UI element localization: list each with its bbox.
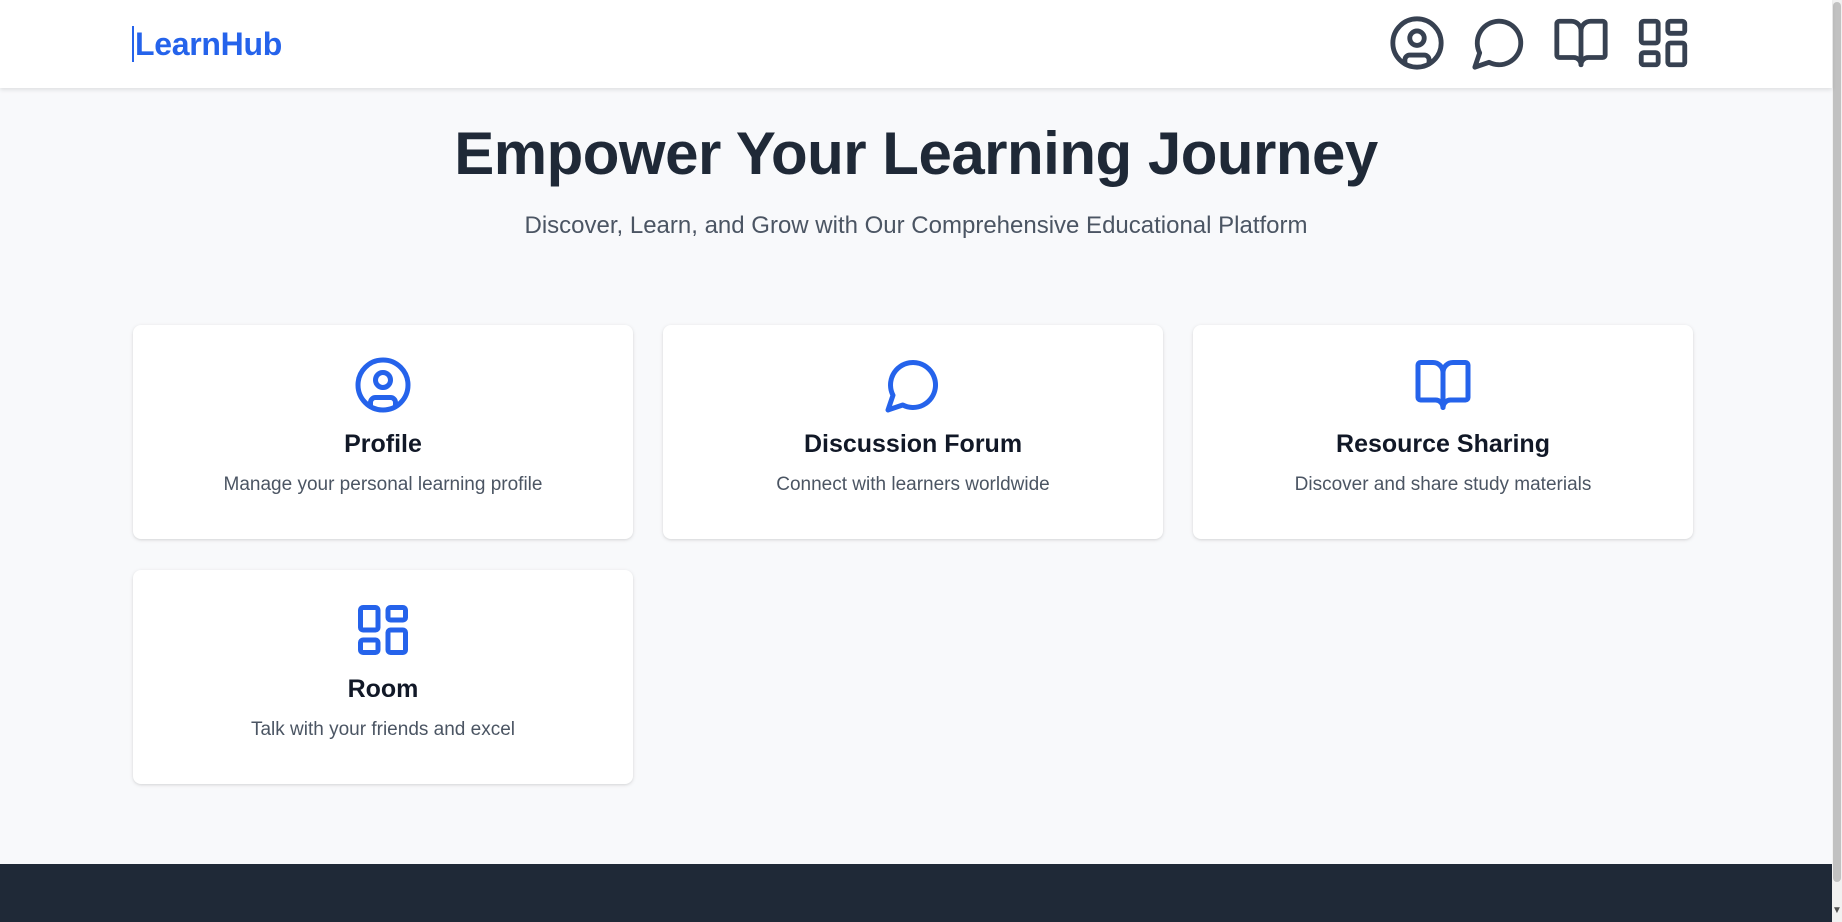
scroll-down-arrow-icon[interactable]: ▼ bbox=[1832, 904, 1842, 918]
resource-sharing-card[interactable]: Resource Sharing Discover and share stud… bbox=[1193, 325, 1693, 539]
feature-cards: Profile Manage your personal learning pr… bbox=[133, 325, 1693, 784]
card-description: Discover and share study materials bbox=[1294, 474, 1592, 495]
page-footer bbox=[0, 864, 1832, 922]
open-book-icon bbox=[1413, 355, 1473, 415]
card-description: Manage your personal learning profile bbox=[223, 474, 543, 495]
hero-title: Empower Your Learning Journey bbox=[454, 120, 1378, 187]
dashboard-grid-icon bbox=[353, 600, 413, 660]
dashboard-grid-icon bbox=[1638, 18, 1688, 68]
user-circle-icon bbox=[1390, 16, 1444, 70]
nav-forum-button[interactable] bbox=[1470, 14, 1528, 72]
chat-bubble-icon bbox=[1472, 18, 1524, 70]
room-card[interactable]: Room Talk with your friends and excel bbox=[133, 570, 633, 784]
scrollbar-thumb[interactable] bbox=[1833, 2, 1841, 882]
brand-logo[interactable]: LearnHub bbox=[132, 26, 282, 62]
card-title: Profile bbox=[344, 430, 422, 458]
card-description: Connect with learners worldwide bbox=[776, 474, 1050, 495]
hero-subtitle: Discover, Learn, and Grow with Our Compr… bbox=[524, 212, 1308, 239]
card-title: Resource Sharing bbox=[1336, 430, 1550, 458]
card-title: Room bbox=[347, 675, 419, 703]
card-description: Talk with your friends and excel bbox=[250, 719, 515, 740]
nav-resources-button[interactable] bbox=[1552, 14, 1610, 72]
vertical-scrollbar[interactable]: ▼ bbox=[1832, 0, 1842, 922]
nav-room-button[interactable] bbox=[1634, 14, 1692, 72]
hero-section: Empower Your Learning Journey Discover, … bbox=[0, 88, 1832, 242]
top-navbar: LearnHub bbox=[0, 0, 1832, 88]
page: LearnHub Empower Your Learning Journey D… bbox=[0, 0, 1842, 922]
user-circle-icon bbox=[353, 355, 413, 415]
open-book-icon bbox=[1554, 18, 1608, 68]
profile-card[interactable]: Profile Manage your personal learning pr… bbox=[133, 325, 633, 539]
chat-bubble-icon bbox=[883, 355, 943, 415]
card-title: Discussion Forum bbox=[803, 430, 1023, 458]
nav-icon-group bbox=[1388, 14, 1692, 72]
discussion-forum-card[interactable]: Discussion Forum Connect with learners w… bbox=[663, 325, 1163, 539]
nav-profile-button[interactable] bbox=[1388, 14, 1446, 72]
